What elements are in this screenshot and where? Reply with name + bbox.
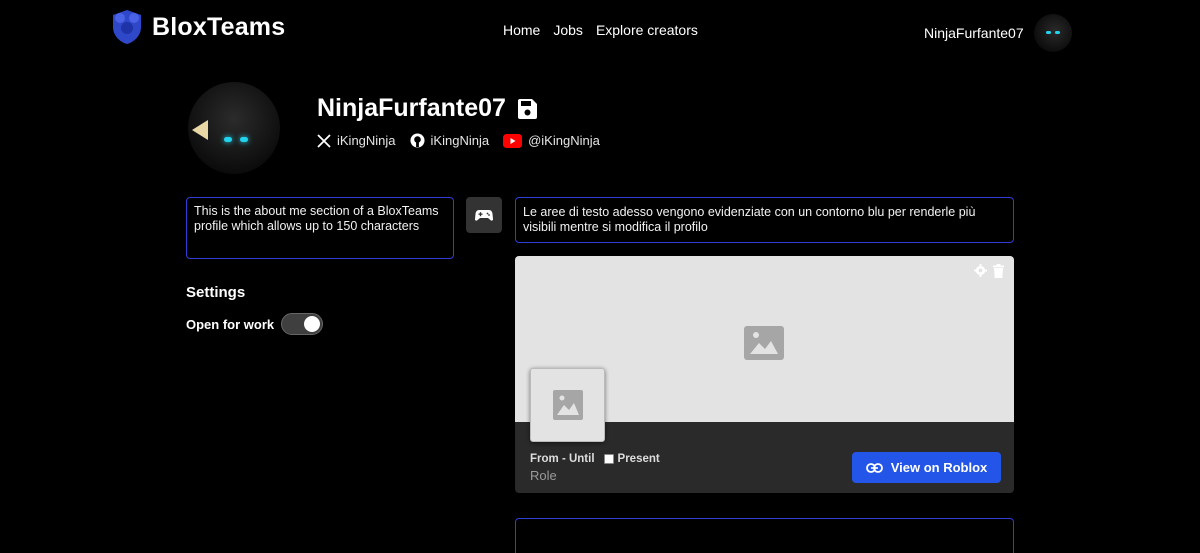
profile-avatar (188, 82, 280, 174)
social-x-link[interactable]: iKingNinja (317, 133, 396, 148)
top-nav: BloxTeams Home Jobs Explore creators Nin… (0, 0, 1200, 60)
user-menu[interactable]: NinjaFurfante07 (924, 14, 1072, 52)
experience-thumbnail[interactable] (530, 368, 605, 442)
open-for-work-label: Open for work (186, 316, 275, 332)
open-for-work-row: Open for work (186, 313, 324, 335)
card-actions (974, 264, 1004, 278)
shield-logo-icon (113, 10, 141, 44)
nav-link-explore-creators[interactable]: Explore creators (596, 22, 698, 38)
date-range: From - Until Present (530, 453, 660, 465)
open-for-work-toggle[interactable] (281, 313, 324, 335)
social-links: iKingNinja iKingNinja @iKingNinja (317, 133, 600, 148)
social-x-handle: iKingNinja (337, 133, 396, 148)
gamepad-icon (475, 210, 493, 221)
present-label: Present (617, 453, 660, 465)
nav-link-home[interactable]: Home (503, 22, 540, 38)
view-on-roblox-button[interactable]: View on Roblox (852, 452, 1001, 483)
settings-heading: Settings (186, 284, 246, 301)
present-checkbox[interactable] (603, 454, 614, 464)
save-icon[interactable] (516, 98, 538, 120)
profile-header: NinjaFurfante07 (317, 94, 538, 123)
experience-card: From - Until Present Role View on Roblox (515, 256, 1014, 493)
trash-icon[interactable] (993, 264, 1004, 278)
social-youtube-link[interactable]: @iKingNinja (503, 133, 600, 148)
thumbnail-image-placeholder-icon (552, 390, 583, 420)
youtube-icon (503, 133, 523, 148)
brand-name: BloxTeams (152, 12, 286, 41)
nav-link-jobs[interactable]: Jobs (553, 22, 583, 38)
social-youtube-handle: @iKingNinja (528, 133, 600, 148)
social-github-link[interactable]: iKingNinja (410, 133, 490, 148)
gear-icon[interactable] (974, 264, 987, 277)
next-textarea[interactable] (515, 518, 1014, 553)
nav-username: NinjaFurfante07 (924, 25, 1024, 41)
x-icon (317, 133, 331, 148)
link-icon (865, 462, 883, 473)
avatar[interactable] (1033, 14, 1072, 52)
role-input[interactable]: Role (530, 468, 557, 483)
profile-username: NinjaFurfante07 (317, 94, 506, 122)
brand-logo-link[interactable]: BloxTeams (110, 8, 285, 46)
gamepad-button[interactable] (466, 197, 502, 233)
github-icon (410, 133, 425, 148)
about-me-textarea[interactable]: This is the about me section of a BloxTe… (186, 197, 454, 259)
view-on-roblox-label: View on Roblox (890, 460, 988, 475)
social-github-handle: iKingNinja (430, 133, 490, 148)
banner-image-placeholder-icon (744, 326, 784, 360)
description-textarea[interactable]: Le aree di testo adesso vengono evidenzi… (515, 197, 1014, 243)
dates-label[interactable]: From - Until (530, 453, 595, 465)
nav-links: Home Jobs Explore creators (503, 22, 698, 38)
